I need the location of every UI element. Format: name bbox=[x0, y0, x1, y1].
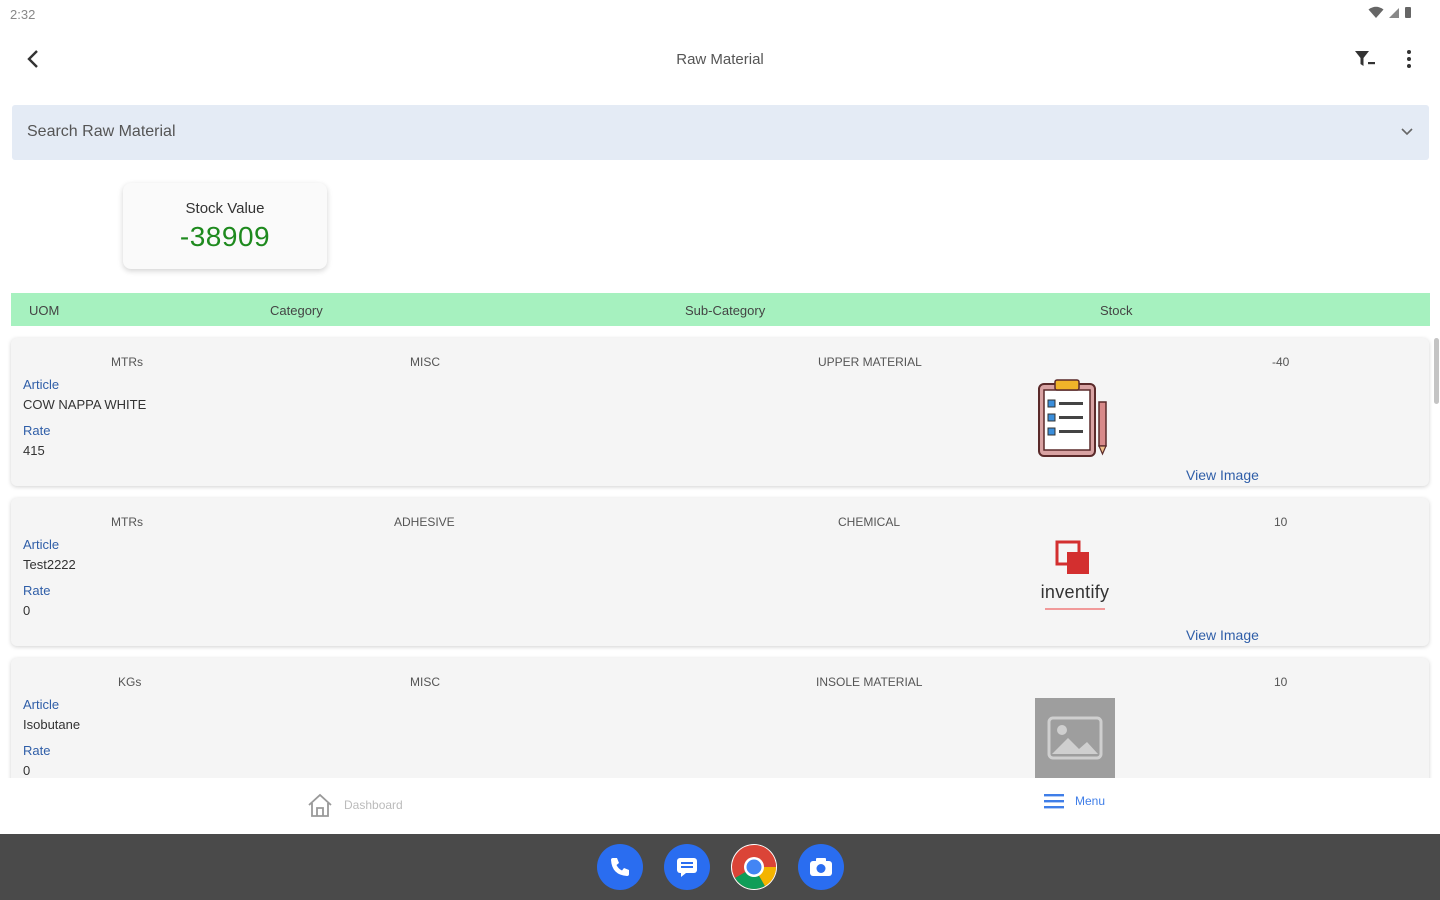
article-label: Article bbox=[23, 377, 60, 392]
article-value: Isobutane bbox=[23, 717, 81, 732]
wifi-icon bbox=[1368, 6, 1384, 18]
status-bar: 2:32 bbox=[0, 0, 1440, 28]
rate-value: 415 bbox=[23, 443, 45, 458]
search-raw-material-dropdown[interactable]: Search Raw Material bbox=[12, 105, 1429, 160]
item-uom: MTRs bbox=[111, 515, 143, 529]
more-vert-icon bbox=[1407, 50, 1411, 68]
system-dock bbox=[0, 834, 1440, 900]
chrome-app-button[interactable] bbox=[731, 844, 777, 890]
list-item[interactable]: KGs MISC INSOLE MATERIAL 10 Article Isob… bbox=[11, 658, 1429, 778]
item-uom: KGs bbox=[118, 675, 142, 689]
nav-menu[interactable]: Menu bbox=[1043, 792, 1105, 810]
item-sub-category: INSOLE MATERIAL bbox=[816, 675, 923, 689]
view-image-link[interactable]: View Image bbox=[1186, 467, 1259, 483]
item-category: MISC bbox=[410, 355, 440, 369]
app-bar: Raw Material bbox=[0, 30, 1440, 90]
item-image[interactable] bbox=[1033, 378, 1117, 458]
battery-icon bbox=[1405, 7, 1411, 18]
nav-dashboard-label: Dashboard bbox=[344, 798, 403, 812]
item-stock: 10 bbox=[1274, 515, 1288, 529]
item-category: MISC bbox=[410, 675, 440, 689]
clipboard-checklist-icon bbox=[1038, 379, 1107, 457]
menu-icon bbox=[1044, 794, 1064, 809]
rate-value: 0 bbox=[23, 763, 31, 778]
list-item[interactable]: MTRs MISC UPPER MATERIAL -40 Article COW… bbox=[11, 338, 1429, 486]
item-stock: 10 bbox=[1274, 675, 1288, 689]
logo-tagline-mark bbox=[1045, 608, 1105, 610]
phone-app-button[interactable] bbox=[597, 844, 643, 890]
item-stock: -40 bbox=[1272, 355, 1290, 369]
item-image[interactable] bbox=[1035, 698, 1115, 778]
filter-icon bbox=[1355, 51, 1375, 66]
bottom-navigation: Dashboard Menu bbox=[0, 778, 1440, 834]
status-time: 2:32 bbox=[10, 7, 36, 22]
raw-material-list[interactable]: MTRs MISC UPPER MATERIAL -40 Article COW… bbox=[0, 326, 1440, 778]
header-sub-category: Sub-Category bbox=[685, 303, 766, 318]
rate-label: Rate bbox=[23, 743, 51, 758]
chrome-icon bbox=[732, 845, 776, 889]
table-header: UOM Category Sub-Category Stock bbox=[11, 293, 1430, 326]
view-image-link[interactable]: View Image bbox=[1186, 627, 1259, 643]
nav-dashboard[interactable]: Dashboard bbox=[306, 792, 403, 818]
status-icons bbox=[1368, 6, 1412, 19]
scrollbar-thumb[interactable] bbox=[1434, 338, 1439, 404]
home-icon bbox=[308, 793, 332, 817]
article-value: Test2222 bbox=[23, 557, 76, 572]
item-category: ADHESIVE bbox=[394, 515, 455, 529]
messages-app-button[interactable] bbox=[664, 844, 710, 890]
header-stock: Stock bbox=[1100, 303, 1133, 318]
chevron-down-icon bbox=[1401, 128, 1413, 136]
header-uom: UOM bbox=[29, 303, 60, 318]
inventify-logo bbox=[1055, 540, 1089, 574]
phone-icon bbox=[611, 858, 629, 876]
header-category: Category bbox=[270, 303, 323, 318]
stock-value-amount: -38909 bbox=[179, 221, 271, 252]
stock-value-label: Stock Value bbox=[185, 200, 265, 217]
messages-icon bbox=[677, 858, 697, 877]
rate-label: Rate bbox=[23, 423, 51, 438]
signal-icon bbox=[1389, 7, 1399, 18]
item-image[interactable]: inventify bbox=[1033, 538, 1117, 618]
stock-value-card: Stock Value -38909 bbox=[123, 183, 327, 269]
camera-icon bbox=[810, 858, 832, 876]
search-placeholder: Search Raw Material bbox=[27, 123, 176, 140]
article-label: Article bbox=[23, 537, 60, 552]
page-title: Raw Material bbox=[676, 51, 764, 68]
image-placeholder-icon bbox=[1047, 716, 1103, 760]
filter-button[interactable] bbox=[1350, 44, 1380, 74]
rate-value: 0 bbox=[23, 603, 31, 618]
item-sub-category: UPPER MATERIAL bbox=[818, 355, 922, 369]
camera-app-button[interactable] bbox=[798, 844, 844, 890]
article-label: Article bbox=[23, 697, 60, 712]
item-sub-category: CHEMICAL bbox=[838, 515, 901, 529]
list-item[interactable]: MTRs ADHESIVE CHEMICAL 10 Article Test22… bbox=[11, 498, 1429, 646]
inventify-logo-text: inventify bbox=[1040, 582, 1110, 602]
article-value: COW NAPPA WHITE bbox=[23, 397, 147, 412]
item-uom: MTRs bbox=[111, 355, 143, 369]
nav-menu-label: Menu bbox=[1075, 794, 1106, 808]
rate-label: Rate bbox=[23, 583, 51, 598]
more-options-button[interactable] bbox=[1394, 44, 1424, 74]
